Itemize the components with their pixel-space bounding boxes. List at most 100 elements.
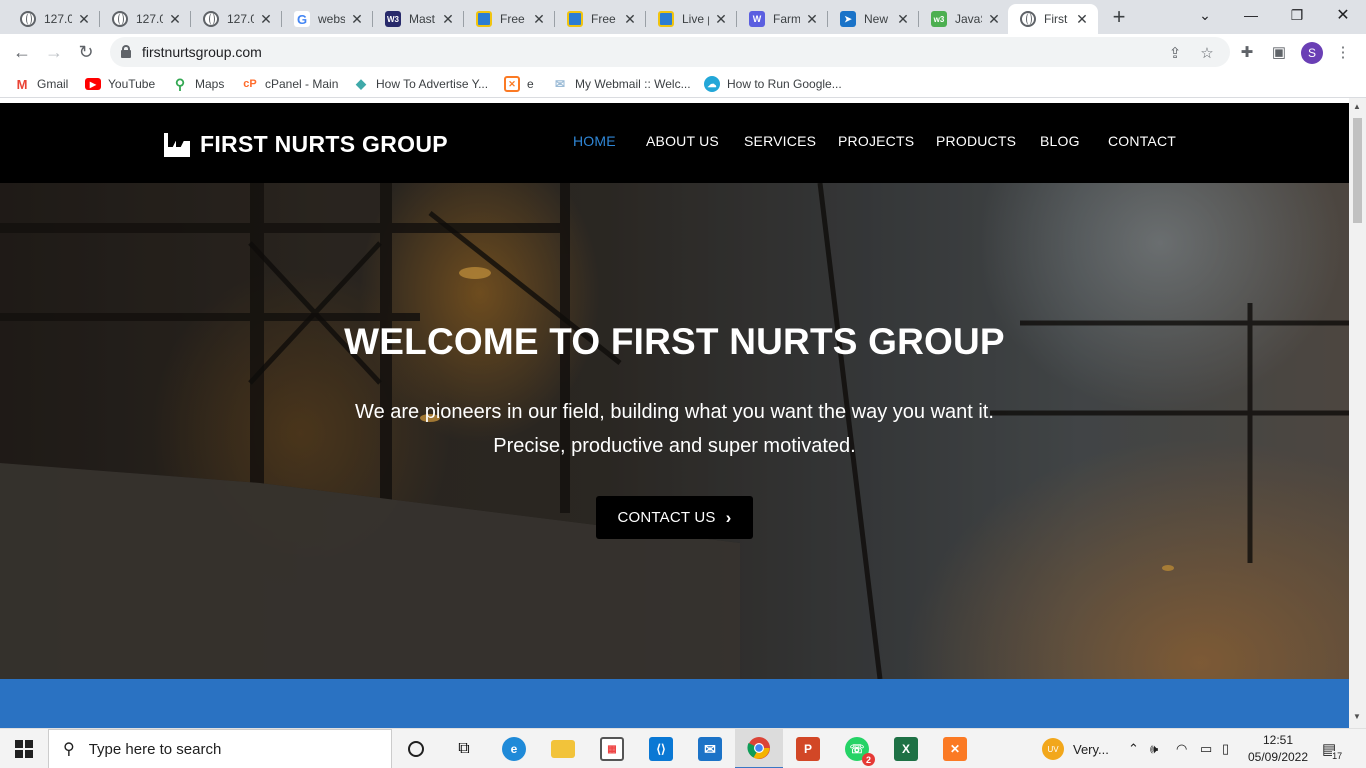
clock-date: 05/09/2022 <box>1247 750 1309 764</box>
volume-icon[interactable]: 🕪 <box>1150 729 1158 768</box>
contact-us-button[interactable]: CONTACT US › <box>596 496 753 539</box>
bookmark-google-run[interactable]: ☁ How to Run Google... <box>704 76 842 92</box>
page-scrollbar[interactable]: ▲ ▼ <box>1349 98 1366 728</box>
taskbar-search[interactable]: ⚲ Type here to search <box>48 729 392 768</box>
browser-tab[interactable]: W3 Mast ✕ <box>373 4 464 34</box>
bookmark-star-icon[interactable]: ☆ <box>1198 44 1216 62</box>
taskbar-whatsapp[interactable]: ☏ 2 <box>833 729 881 768</box>
side-panel-icon[interactable]: ▣ <box>1270 43 1288 61</box>
taskbar-xampp[interactable]: ✕ <box>931 729 979 768</box>
bookmark-webmail[interactable]: ✉ My Webmail :: Welc... <box>552 76 691 92</box>
browser-tab[interactable]: ➤ New ✕ <box>828 4 919 34</box>
browser-tab[interactable]: 127.0 ✕ <box>191 4 282 34</box>
taskbar-chrome[interactable] <box>735 729 783 768</box>
bookmark-label: How to Run Google... <box>727 77 842 91</box>
close-tab-icon[interactable]: ✕ <box>713 11 729 27</box>
menu-projects[interactable]: PROJECTS <box>838 133 914 149</box>
task-view-button[interactable]: ⧉ <box>440 729 488 768</box>
menu-blog[interactable]: BLOG <box>1040 133 1080 149</box>
share-icon[interactable]: ⇪ <box>1166 44 1184 62</box>
template-icon <box>476 11 492 27</box>
taskbar-mail[interactable]: ✉ <box>686 729 734 768</box>
menu-products[interactable]: PRODUCTS <box>936 133 1016 149</box>
taskbar-powerpoint[interactable]: P <box>784 729 832 768</box>
bookmark-advertise[interactable]: ◆ How To Advertise Y... <box>353 76 488 92</box>
close-tab-icon[interactable]: ✕ <box>167 11 183 27</box>
close-tab-icon[interactable]: ✕ <box>258 11 274 27</box>
menu-contact[interactable]: CONTACT <box>1108 133 1176 149</box>
browser-tab[interactable]: Free ✕ <box>555 4 646 34</box>
browser-tab[interactable]: G webs ✕ <box>282 4 373 34</box>
close-tab-icon[interactable]: ✕ <box>895 11 911 27</box>
bookmark-youtube[interactable]: ▶ YouTube <box>85 76 155 92</box>
forward-button[interactable]: → <box>42 40 66 64</box>
site-logo[interactable]: FIRST NURTS GROUP <box>164 131 448 158</box>
search-icon: ⚲ <box>63 741 75 758</box>
menu-home[interactable]: HOME <box>573 133 616 149</box>
bookmark-xampp[interactable]: ✕ e <box>504 76 534 92</box>
scrollbar-thumb[interactable] <box>1353 118 1362 223</box>
close-tab-icon[interactable]: ✕ <box>349 11 365 27</box>
tab-search-icon[interactable]: ⌄ <box>1182 0 1228 30</box>
taskbar-file-explorer[interactable] <box>539 729 587 768</box>
close-tab-icon[interactable]: ✕ <box>986 11 1002 27</box>
template-icon <box>658 11 674 27</box>
battery-icon[interactable]: ▯ <box>1222 729 1229 768</box>
weather-widget[interactable]: UV Very... <box>1042 729 1109 768</box>
browser-tab[interactable]: W Farm ✕ <box>737 4 828 34</box>
back-button[interactable]: ← <box>10 40 34 64</box>
browser-tab[interactable]: 127.0 ✕ <box>100 4 191 34</box>
notifications-button[interactable]: ▤ 17 <box>1322 729 1343 768</box>
mail-icon: ✉ <box>698 737 722 761</box>
chevron-right-icon: › <box>725 507 732 527</box>
scroll-up-icon[interactable]: ▲ <box>1353 102 1361 111</box>
bookmark-label: e <box>527 77 534 91</box>
extensions-puzzle-icon[interactable]: ✚ <box>1238 43 1256 61</box>
taskbar-vscode[interactable]: ⟨⟩ <box>637 729 685 768</box>
taskbar-edge[interactable]: e <box>490 729 538 768</box>
close-tab-icon[interactable]: ✕ <box>440 11 456 27</box>
cortana-button[interactable] <box>392 729 440 768</box>
start-button[interactable] <box>0 729 48 768</box>
close-tab-icon[interactable]: ✕ <box>76 11 92 27</box>
menu-about-us[interactable]: ABOUT US <box>646 133 719 149</box>
browser-tab[interactable]: 127.0 ✕ <box>8 4 100 34</box>
bookmark-gmail[interactable]: M Gmail <box>14 76 69 92</box>
system-clock[interactable]: 12:51 05/09/2022 <box>1246 732 1310 766</box>
factory-logo-icon <box>164 132 190 157</box>
browser-tab[interactable]: Live p ✕ <box>646 4 737 34</box>
bookmark-label: YouTube <box>108 77 156 91</box>
hero-title: WELCOME TO FIRST NURTS GROUP <box>344 321 1005 362</box>
bookmark-label: Gmail <box>37 77 69 91</box>
browser-tab[interactable]: Free ✕ <box>464 4 555 34</box>
new-tab-button[interactable]: + <box>1108 6 1130 28</box>
tab-title: 127.0 <box>136 12 163 26</box>
close-tab-icon[interactable]: ✕ <box>622 11 638 27</box>
browser-tab-active[interactable]: First ✕ <box>1008 4 1098 34</box>
reload-button[interactable]: ↻ <box>74 40 98 64</box>
taskbar-store[interactable]: ▦ <box>588 729 636 768</box>
address-bar[interactable]: firstnurtsgroup.com ⇪ ☆ <box>110 37 1230 67</box>
tray-chevron-icon[interactable]: ⌃ <box>1128 729 1139 768</box>
close-tab-icon[interactable]: ✕ <box>1074 11 1090 27</box>
store-icon: ▦ <box>600 737 624 761</box>
browser-tab[interactable]: w3 JavaS ✕ <box>919 4 1010 34</box>
meet-now-icon[interactable]: ▭ <box>1200 729 1212 768</box>
bookmark-cpanel[interactable]: cP cPanel - Main <box>242 76 338 92</box>
minimize-button[interactable]: — <box>1228 0 1274 30</box>
bookmark-maps[interactable]: ⚲ Maps <box>172 76 224 92</box>
close-tab-icon[interactable]: ✕ <box>804 11 820 27</box>
profile-avatar[interactable]: S <box>1301 42 1323 64</box>
tab-title: 127.0 <box>44 12 72 26</box>
close-window-button[interactable]: ✕ <box>1320 0 1366 30</box>
restore-button[interactable]: ❐ <box>1274 0 1320 30</box>
tab-title: JavaS <box>955 12 982 26</box>
menu-services[interactable]: SERVICES <box>744 133 816 149</box>
scroll-down-icon[interactable]: ▼ <box>1353 712 1361 721</box>
chrome-menu-icon[interactable]: ⋮ <box>1334 43 1352 61</box>
address-url[interactable]: firstnurtsgroup.com <box>142 44 262 60</box>
lock-icon[interactable] <box>121 45 131 58</box>
close-tab-icon[interactable]: ✕ <box>531 11 547 27</box>
wifi-icon[interactable]: ◠ <box>1176 729 1187 768</box>
taskbar-excel[interactable]: X <box>882 729 930 768</box>
